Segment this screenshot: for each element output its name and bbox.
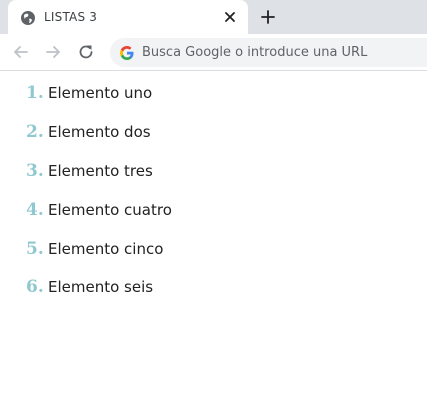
list-number: 3. xyxy=(26,161,44,181)
google-g-icon xyxy=(120,46,134,60)
list-item: 6. Elemento seis xyxy=(26,274,153,300)
list-item: 4. Elemento cuatro xyxy=(26,197,172,223)
tab-strip: LISTAS 3 xyxy=(0,0,427,34)
list-item-label: Elemento dos xyxy=(48,123,151,141)
list-number: 1. xyxy=(26,83,44,103)
list-item: 1. Elemento uno xyxy=(26,80,152,106)
list-item-label: Elemento tres xyxy=(48,162,153,180)
address-bar[interactable] xyxy=(110,38,427,67)
new-tab-plus-icon[interactable] xyxy=(259,8,277,26)
list-item: 5. Elemento cinco xyxy=(26,236,163,262)
list-item: 3. Elemento tres xyxy=(26,158,153,184)
list-item-label: Elemento seis xyxy=(48,278,154,296)
address-input[interactable] xyxy=(142,38,427,67)
globe-icon xyxy=(21,11,35,25)
list-number: 4. xyxy=(26,200,44,220)
list-number: 5. xyxy=(26,239,44,259)
list-item-label: Elemento cinco xyxy=(48,240,164,258)
browser-toolbar xyxy=(0,34,427,71)
list-item-label: Elemento cuatro xyxy=(48,201,172,219)
back-arrow-icon[interactable] xyxy=(11,42,31,62)
browser-tab[interactable]: LISTAS 3 xyxy=(8,0,248,34)
list-item: 2. Elemento dos xyxy=(26,119,151,145)
list-item-label: Elemento uno xyxy=(48,84,153,102)
reload-icon[interactable] xyxy=(76,42,96,62)
list-number: 2. xyxy=(26,122,44,142)
forward-arrow-icon[interactable] xyxy=(43,42,63,62)
tab-title: LISTAS 3 xyxy=(44,10,98,24)
list-number: 6. xyxy=(26,277,44,297)
close-icon[interactable] xyxy=(222,9,238,25)
